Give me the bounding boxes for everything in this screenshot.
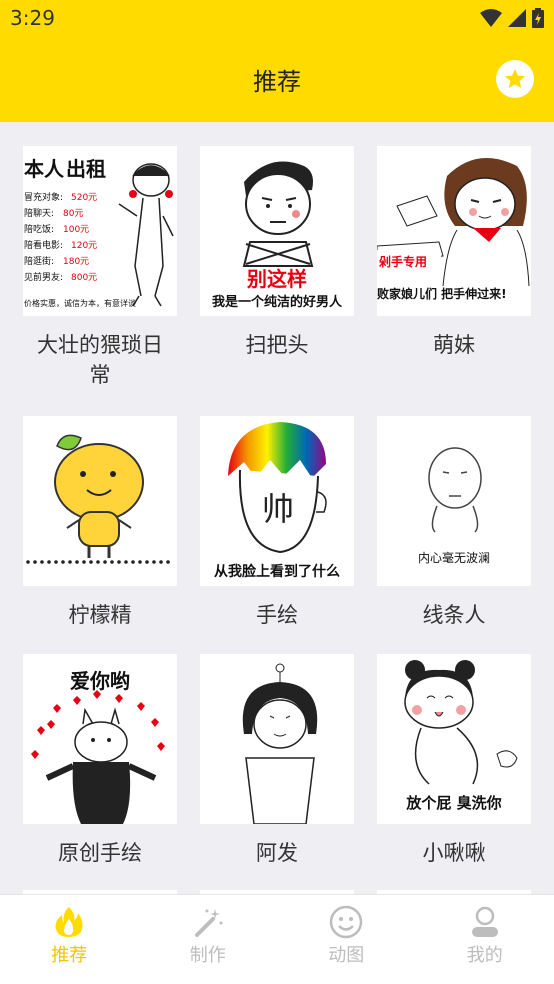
- meme-figure: [45, 707, 157, 824]
- meme-caption-red: 别这样: [246, 267, 307, 291]
- svg-text:冒充对象:: 冒充对象:: [24, 191, 63, 203]
- favorites-button[interactable]: [496, 60, 534, 98]
- meme-caption: 败家娘儿们 把手伸过来!: [377, 286, 507, 301]
- meme-card-label: 扫把头: [245, 333, 309, 357]
- meme-card-label: 柠檬精: [68, 603, 132, 627]
- meme-caption-sign: 剁手专用: [378, 254, 427, 269]
- meme-figure: [54, 434, 144, 558]
- meme-thumbnail: [23, 416, 177, 586]
- meme-figure: [228, 422, 327, 554]
- svg-text:180元: 180元: [63, 257, 89, 267]
- meme-thumbnail: 放个屁 臭洗你: [377, 654, 531, 824]
- svg-text:陪吃饭:: 陪吃饭:: [24, 223, 54, 235]
- meme-card-saobatou[interactable]: 别这样 我是一个纯洁的好男人 扫把头: [200, 146, 354, 360]
- tab-gif[interactable]: 动图: [277, 895, 416, 984]
- meme-card-dazhuang[interactable]: 本人 出租 冒充对象: 520元 陪聊天: 80元 陪吃饭: 100元 陪看电影: 12…: [23, 146, 177, 390]
- page-title: 推荐: [253, 68, 301, 96]
- meme-card-label: 手绘: [256, 603, 298, 627]
- meme-card-shouhui[interactable]: 帅 从我脸上看到了什么 手绘: [200, 416, 354, 630]
- svg-text:80元: 80元: [63, 209, 83, 219]
- meme-thumbnail: 剁手专用 败家娘儿们 把手伸过来!: [377, 146, 531, 316]
- meme-thumbnail: [200, 654, 354, 824]
- star-icon: [505, 69, 525, 88]
- meme-face-text: 帅: [262, 490, 294, 528]
- tab-make[interactable]: 制作: [139, 895, 278, 984]
- smiley-icon: [330, 905, 363, 939]
- meme-figure: [404, 660, 518, 785]
- meme-caption: 内心毫无波澜: [418, 550, 490, 565]
- status-bar: 3:29: [0, 0, 554, 38]
- meme-caption-footer: 价格实惠，诚信为本，有意详谈: [24, 298, 136, 308]
- meme-caption: 从我脸上看到了什么: [214, 563, 340, 580]
- status-icons: [480, 8, 544, 28]
- meme-figure: [118, 163, 174, 307]
- meme-caption: 爱你哟: [70, 669, 130, 693]
- meme-card-xiantiaoren[interactable]: 内心毫无波澜 线条人: [377, 416, 531, 630]
- meme-grid: 本人 出租 冒充对象: 520元 陪聊天: 80元 陪吃饭: 100元 陪看电影: 12…: [0, 122, 554, 894]
- meme-card-ningmengjing[interactable]: 柠檬精: [23, 416, 177, 630]
- meme-thumbnail: 爱你哟: [23, 654, 177, 824]
- tab-label: 推荐: [51, 945, 88, 966]
- meme-caption: 放个屁 臭洗你: [405, 794, 501, 812]
- meme-caption: 我是一个纯洁的好男人: [212, 294, 343, 310]
- dotted-line: [26, 560, 170, 564]
- svg-text:120元: 120元: [71, 241, 97, 251]
- meme-card-mengmei[interactable]: 剁手专用 败家娘儿们 把手伸过来! 萌妹: [377, 146, 531, 360]
- meme-card-label: 大壮的猥琐日常: [37, 333, 163, 387]
- svg-text:100元: 100元: [63, 225, 89, 235]
- meme-card-label: 原创手绘: [58, 841, 142, 865]
- flame-icon: [55, 907, 83, 937]
- status-time: 3:29: [10, 6, 55, 30]
- meme-caption-title: 出租: [66, 157, 106, 181]
- meme-card-afa[interactable]: 阿发: [200, 654, 354, 868]
- svg-text:陪逛街:: 陪逛街:: [24, 255, 54, 267]
- meme-card-yuanchuangshouhui[interactable]: 爱你哟 原创手绘: [23, 654, 177, 868]
- battery-icon: [532, 8, 544, 28]
- meme-card-label: 小啾啾: [422, 841, 486, 865]
- tab-label: 制作: [189, 945, 226, 966]
- meme-figure: [428, 447, 482, 533]
- svg-text:陪看电影:: 陪看电影:: [24, 239, 63, 251]
- meme-card-label: 线条人: [422, 603, 486, 627]
- meme-figure: [242, 663, 318, 824]
- meme-thumbnail: 内心毫无波澜: [377, 416, 531, 586]
- meme-thumbnail: 本人 出租 冒充对象: 520元 陪聊天: 80元 陪吃饭: 100元 陪看电影: 12…: [23, 146, 177, 316]
- magic-wand-icon: [194, 909, 223, 937]
- meme-card-label: 萌妹: [433, 333, 475, 357]
- tab-label: 动图: [328, 945, 365, 966]
- signal-icon: [508, 9, 526, 27]
- meme-price-list: 冒充对象: 520元 陪聊天: 80元 陪吃饭: 100元 陪看电影: 120元 陪逛街…: [24, 191, 97, 283]
- app-bar: 推荐: [0, 38, 554, 122]
- tab-mine[interactable]: 我的: [416, 895, 554, 984]
- meme-figure: [242, 161, 314, 267]
- svg-text:520元: 520元: [71, 193, 97, 203]
- svg-text:见前男友:: 见前男友:: [24, 271, 63, 283]
- person-icon: [471, 906, 498, 937]
- meme-thumbnail: 别这样 我是一个纯洁的好男人: [200, 146, 354, 316]
- svg-text:陪聊天:: 陪聊天:: [24, 207, 54, 219]
- svg-text:800元: 800元: [71, 273, 97, 283]
- meme-card-xiaojiujiu[interactable]: 放个屁 臭洗你 小啾啾: [377, 654, 531, 868]
- bottom-tab-bar: 推荐 制作 动图 我的: [0, 894, 554, 984]
- meme-card-label: 阿发: [256, 841, 298, 865]
- wifi-icon: [480, 9, 502, 27]
- meme-thumbnail: 帅 从我脸上看到了什么: [200, 416, 354, 586]
- tab-recommend[interactable]: 推荐: [0, 895, 139, 984]
- meme-caption-title: 本人: [24, 157, 65, 181]
- tab-label: 我的: [466, 945, 503, 966]
